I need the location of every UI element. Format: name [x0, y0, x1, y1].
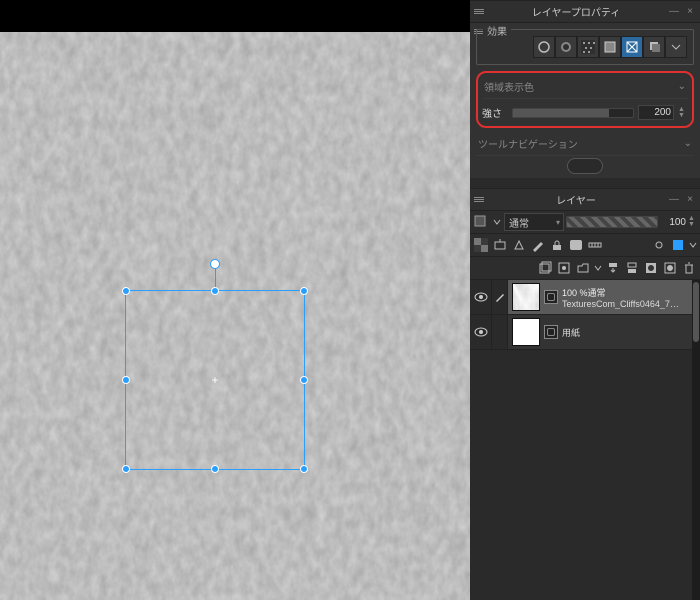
strength-label: 強さ [482, 105, 508, 120]
layer-row[interactable]: 用紙 [470, 315, 700, 350]
visibility-toggle-icon[interactable] [470, 280, 492, 314]
tool-navigation-label: ツールナビゲーション [478, 136, 578, 151]
layer-list-scrollbar[interactable] [692, 280, 700, 600]
strength-slider[interactable] [512, 108, 634, 118]
dropdown-icon[interactable] [492, 213, 502, 231]
light-table-icon[interactable] [491, 236, 509, 254]
handle-right[interactable] [300, 376, 308, 384]
dropdown-icon[interactable] [593, 259, 603, 277]
strength-value-field[interactable]: 200 [638, 105, 674, 120]
delete-layer-icon[interactable] [680, 259, 698, 277]
layers-panel-header[interactable]: レイヤー — × [470, 189, 700, 211]
layer-action-toolbar [470, 257, 700, 280]
overlay-texture-badge-icon [544, 290, 558, 304]
blend-mode-value: 通常 [509, 215, 529, 230]
strength-stepper[interactable]: ▲▼ [678, 107, 688, 119]
merge-down-icon[interactable] [623, 259, 641, 277]
region-display-color-label: 領域表示色 [484, 79, 534, 94]
layer-thumbnail [512, 318, 540, 346]
lock-icon[interactable] [548, 236, 566, 254]
palette-color-icon[interactable] [472, 213, 490, 231]
layer-property-panel-header[interactable]: レイヤープロパティ — × [470, 1, 700, 23]
handle-bottom[interactable] [211, 465, 219, 473]
layer-list: 100 %通常 TexturesCom_Cliffs0464_7_seamles… [470, 280, 700, 600]
handle-top-left[interactable] [122, 287, 130, 295]
layer-opacity-text: 100 %通常 [562, 286, 682, 299]
tool-nav-dial[interactable] [567, 158, 603, 174]
mask-enable-icon[interactable] [567, 236, 585, 254]
right-panel-stack: レイヤープロパティ — × 効果 [470, 0, 700, 600]
handle-bottom-left[interactable] [122, 465, 130, 473]
handle-top[interactable] [211, 287, 219, 295]
blend-mode-select[interactable]: 通常 ▾ [504, 213, 564, 231]
rotate-handle[interactable] [210, 259, 220, 269]
paper-badge-icon [544, 325, 558, 339]
apply-mask-icon[interactable] [661, 259, 679, 277]
canvas-viewport[interactable]: + [0, 0, 470, 600]
panel-minimize-icon[interactable]: — [668, 6, 680, 17]
effect-icon-row [483, 36, 687, 58]
effect-border-icon[interactable] [533, 36, 555, 58]
effect-group-label: 効果 [483, 23, 511, 38]
new-vector-layer-icon[interactable] [555, 259, 573, 277]
dropdown-icon[interactable] [688, 236, 698, 254]
effect-outline-icon[interactable] [555, 36, 577, 58]
layer-opacity-value: 100 [660, 217, 686, 228]
layer-opacity-slider[interactable] [566, 216, 658, 228]
layer-name[interactable]: 用紙 [562, 326, 580, 339]
handle-top-right[interactable] [300, 287, 308, 295]
effect-dropdown-icon[interactable] [665, 36, 687, 58]
new-raster-layer-icon[interactable] [536, 259, 554, 277]
transform-bounding-box[interactable]: + [125, 290, 305, 470]
layer-property-title: レイヤープロパティ [488, 4, 664, 19]
effect-reflect-icon[interactable] [643, 36, 665, 58]
scrollbar-thumb[interactable] [693, 282, 699, 342]
draft-layer-icon[interactable] [529, 236, 547, 254]
visibility-toggle-icon[interactable] [470, 315, 492, 349]
link-icon[interactable] [650, 236, 668, 254]
layers-title: レイヤー [488, 192, 664, 207]
highlight-callout: 領域表示色 ⌄ 強さ 200 ▲▼ [476, 71, 694, 128]
create-mask-icon[interactable] [642, 259, 660, 277]
expand-toggle-icon[interactable]: ⌄ [678, 81, 686, 92]
panel-close-icon[interactable]: × [684, 194, 696, 205]
effect-tone-icon[interactable] [577, 36, 599, 58]
layer-row[interactable]: 100 %通常 TexturesCom_Cliffs0464_7_seamles… [470, 280, 700, 315]
edit-target-icon[interactable] [492, 280, 508, 314]
new-folder-icon[interactable] [574, 259, 592, 277]
layer-color-icon[interactable] [669, 236, 687, 254]
expand-toggle-icon[interactable]: ⌄ [684, 138, 692, 149]
opacity-stepper[interactable]: ▲▼ [688, 216, 698, 228]
effect-overlay-texture-icon[interactable] [621, 36, 643, 58]
lock-checker-icon[interactable] [472, 236, 490, 254]
layer-name[interactable]: TexturesCom_Cliffs0464_7_seamless [562, 299, 682, 309]
effect-layer-color-icon[interactable] [599, 36, 621, 58]
panel-minimize-icon[interactable]: — [668, 194, 680, 205]
edit-target-placeholder [492, 315, 508, 349]
handle-bottom-right[interactable] [300, 465, 308, 473]
panel-menu-icon[interactable] [474, 9, 484, 14]
handle-left[interactable] [122, 376, 130, 384]
reference-layer-icon[interactable] [510, 236, 528, 254]
panel-close-icon[interactable]: × [684, 6, 696, 17]
layer-thumbnail [512, 283, 540, 311]
panel-menu-icon[interactable] [474, 197, 484, 202]
pivot-center-icon[interactable]: + [209, 374, 221, 386]
ruler-icon[interactable] [586, 236, 604, 254]
transfer-down-icon[interactable] [604, 259, 622, 277]
layer-lock-toolbar [470, 234, 700, 257]
